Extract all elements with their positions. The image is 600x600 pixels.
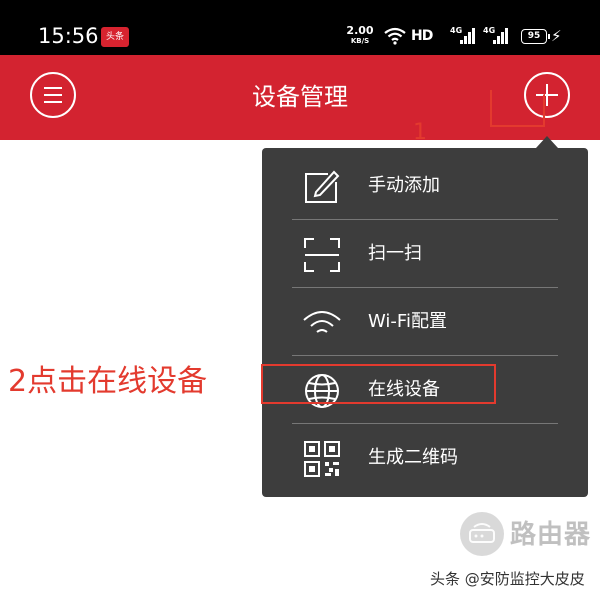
wifi-icon bbox=[303, 311, 341, 333]
signal-icon: 4G bbox=[450, 26, 476, 50]
watermark-text: 头条 @安防监控大皮皮 bbox=[430, 570, 585, 588]
signal-icon: 4G bbox=[483, 26, 509, 50]
status-time: 15:56 bbox=[38, 24, 99, 48]
annotation-highlight-box bbox=[490, 93, 545, 127]
wifi-icon bbox=[384, 27, 406, 45]
network-speed-unit: KB/S bbox=[350, 37, 370, 45]
sim2-network-label: 4G bbox=[483, 26, 496, 35]
network-speed-value: 2.00 bbox=[346, 24, 374, 37]
battery-icon: 95 bbox=[521, 29, 550, 44]
popup-arrow bbox=[536, 136, 558, 148]
sim1-network-label: 4G bbox=[450, 26, 463, 35]
annotation-step-1: 1 bbox=[413, 120, 427, 145]
watermark-logo-text: 路由器 bbox=[510, 520, 592, 550]
add-device-popup-menu: 手动添加 扫一扫 Wi-Fi配置 在线设备 生成二维码 bbox=[262, 148, 588, 497]
status-bar: 15:56 头条 2.00 KB/S HD 4G 4G 95 ⚡ bbox=[0, 0, 600, 55]
news-app-icon: 头条 bbox=[101, 27, 129, 47]
edit-icon bbox=[305, 170, 340, 203]
menu-item-label: Wi-Fi配置 bbox=[368, 311, 447, 332]
annotation-highlight-box bbox=[261, 364, 496, 404]
menu-item-scan[interactable]: 扫一扫 bbox=[292, 220, 558, 288]
menu-item-wifi-config[interactable]: Wi-Fi配置 bbox=[292, 288, 558, 356]
menu-button[interactable] bbox=[30, 72, 76, 118]
qr-code-icon bbox=[304, 441, 340, 477]
watermark-logo bbox=[460, 512, 504, 556]
annotation-highlight-edge bbox=[490, 90, 492, 127]
menu-item-label: 生成二维码 bbox=[368, 447, 458, 468]
menu-item-manual-add[interactable]: 手动添加 bbox=[292, 152, 558, 220]
annotation-step-2: 2点击在线设备 bbox=[8, 364, 208, 399]
menu-item-label: 扫一扫 bbox=[368, 243, 422, 264]
hd-label: HD bbox=[411, 28, 433, 44]
scan-icon bbox=[304, 238, 340, 272]
network-speed: 2.00 KB/S bbox=[343, 25, 377, 46]
menu-item-generate-qr[interactable]: 生成二维码 bbox=[292, 424, 558, 492]
menu-item-label: 手动添加 bbox=[368, 175, 440, 196]
menu-icon bbox=[44, 87, 62, 103]
charging-icon: ⚡ bbox=[551, 27, 562, 45]
page-title: 设备管理 bbox=[252, 83, 348, 111]
